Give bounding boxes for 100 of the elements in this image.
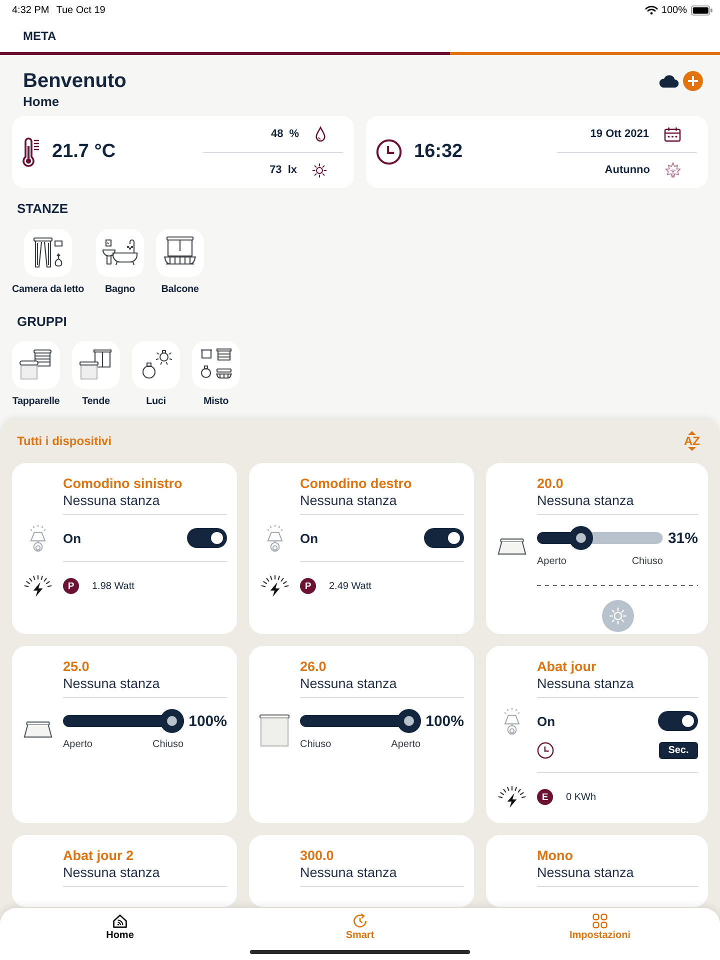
clock-icon bbox=[376, 139, 402, 165]
calendar-icon bbox=[664, 126, 681, 142]
thermometer-icon bbox=[22, 137, 40, 167]
season-value: Autunno bbox=[604, 164, 650, 176]
grid-icon bbox=[592, 913, 608, 929]
slider-label: Aperto bbox=[537, 556, 566, 568]
status-date: Tue Oct 19 bbox=[56, 4, 106, 16]
device-name: Comodino destro bbox=[300, 476, 413, 492]
slider-thumb[interactable] bbox=[396, 709, 421, 733]
device-card[interactable]: Comodino destro Nessuna stanza On P 2.49 Watt bbox=[249, 463, 474, 634]
device-card[interactable]: 25.0 Nessuna stanza 100% Aperto Chiuso bbox=[12, 646, 237, 823]
slider-label: Aperto bbox=[391, 739, 421, 751]
humidity-value: 48 bbox=[270, 128, 284, 140]
light-value: 73 bbox=[270, 164, 282, 176]
slider-reading: 31% bbox=[668, 530, 698, 546]
awning-icon bbox=[22, 720, 52, 740]
date-value: 19 Ott 2021 bbox=[590, 128, 649, 140]
roller-blind-icon bbox=[259, 714, 290, 746]
battery-icon bbox=[691, 4, 713, 16]
shutters-icon bbox=[12, 341, 60, 389]
device-name: 25.0 bbox=[63, 659, 90, 675]
section-title: GRUPPI bbox=[16, 314, 68, 330]
unit-label: lx bbox=[288, 164, 297, 176]
clock-arrow-icon bbox=[352, 913, 368, 929]
group-button[interactable]: Luci bbox=[132, 341, 180, 409]
awning-icon bbox=[496, 538, 526, 556]
state-label: On bbox=[300, 530, 318, 546]
caret-down-icon bbox=[688, 447, 696, 451]
device-card[interactable]: 20.0 Nessuna stanza 31% Aperto Chiuso bbox=[486, 463, 708, 634]
slider-label: Aperto bbox=[63, 739, 92, 751]
device-room: Nessuna stanza bbox=[537, 492, 635, 510]
device-card[interactable]: 26.0 Nessuna stanza 100% Chiuso Aperto bbox=[249, 646, 474, 823]
meter-badge: P bbox=[300, 578, 316, 594]
timer-clock-icon bbox=[537, 742, 554, 758]
room-button[interactable]: Bagno bbox=[96, 229, 144, 297]
toggle-switch[interactable] bbox=[658, 711, 698, 731]
page-subtitle: Home bbox=[23, 93, 60, 110]
home-icon bbox=[112, 913, 128, 929]
status-time: 4:32 PM bbox=[12, 4, 50, 16]
cloud-icon[interactable] bbox=[658, 74, 679, 88]
device-name: Mono bbox=[537, 848, 574, 864]
room-button[interactable]: Camera da letto bbox=[12, 229, 84, 297]
group-button[interactable]: Tapparelle bbox=[12, 341, 60, 409]
device-card[interactable]: 300.0 Nessuna stanza bbox=[249, 835, 474, 907]
temperature-value: 21.7 °C bbox=[52, 141, 116, 163]
page-title: Benvenuto bbox=[23, 69, 126, 93]
device-name: 300.0 bbox=[300, 848, 335, 864]
toggle-switch[interactable] bbox=[187, 528, 227, 548]
device-room: Nessuna stanza bbox=[63, 864, 161, 882]
meter-badge: E bbox=[537, 789, 553, 805]
slider-thumb[interactable] bbox=[568, 526, 593, 550]
device-room: Nessuna stanza bbox=[300, 675, 398, 693]
group-button[interactable]: Misto bbox=[192, 341, 240, 409]
device-name: 26.0 bbox=[300, 659, 328, 675]
device-name: Comodino sinistro bbox=[63, 476, 184, 492]
lamp-icon bbox=[264, 524, 284, 552]
device-room: Nessuna stanza bbox=[537, 864, 635, 882]
device-name: Abat jour bbox=[537, 659, 598, 675]
timer-button[interactable]: Sec. bbox=[659, 742, 698, 758]
tab[interactable]: Home bbox=[96, 908, 144, 946]
slider-reading: 100% bbox=[426, 712, 464, 730]
mixed-devices-icon bbox=[192, 341, 240, 389]
toggle-switch[interactable] bbox=[424, 528, 464, 548]
unit-label: % bbox=[289, 128, 299, 140]
device-room: Nessuna stanza bbox=[537, 675, 635, 693]
time-value: 16:32 bbox=[414, 141, 463, 163]
battery-percentage: 100% bbox=[661, 4, 687, 16]
device-room: Nessuna stanza bbox=[63, 675, 161, 693]
slider-thumb[interactable] bbox=[160, 709, 184, 733]
section-title: STANZE bbox=[16, 201, 70, 217]
room-button[interactable]: Balcone bbox=[156, 229, 204, 297]
wifi-icon bbox=[645, 5, 658, 15]
device-name: 20.0 bbox=[537, 476, 564, 492]
meter-reading: 0 KWh bbox=[566, 792, 596, 802]
meter-reading: 2.49 Watt bbox=[329, 580, 372, 592]
device-card[interactable]: Mono Nessuna stanza bbox=[486, 835, 708, 907]
power-meter-icon bbox=[496, 784, 526, 809]
device-room: Nessuna stanza bbox=[63, 492, 161, 510]
device-card[interactable]: Comodino sinistro Nessuna stanza On P 1.98 Watt bbox=[12, 463, 237, 634]
slider-reading: 100% bbox=[188, 712, 227, 730]
lamp-icon bbox=[28, 524, 48, 552]
device-room: Nessuna stanza bbox=[300, 864, 398, 882]
slider-label: Chiuso bbox=[300, 739, 332, 751]
leaf-icon bbox=[665, 162, 681, 178]
lamp-icon bbox=[502, 707, 522, 735]
device-card[interactable]: Abat jour Nessuna stanza On Sec. E 0 KWh bbox=[486, 646, 708, 823]
drop-icon bbox=[314, 126, 327, 142]
curtains-icon bbox=[72, 341, 120, 389]
section-title: Tutti i dispositivi bbox=[16, 434, 112, 448]
group-button[interactable]: Tende bbox=[72, 341, 120, 409]
meter-badge: P bbox=[63, 578, 79, 594]
device-card[interactable]: Abat jour 2 Nessuna stanza bbox=[12, 835, 237, 907]
slider-label: Chiuso bbox=[632, 556, 663, 568]
bedroom-icon bbox=[24, 229, 72, 277]
bathroom-icon bbox=[96, 229, 144, 277]
balcony-icon bbox=[156, 229, 204, 277]
light-bulbs-icon bbox=[132, 341, 180, 389]
app-title: META bbox=[23, 29, 56, 43]
sun-icon bbox=[312, 162, 327, 178]
power-meter-icon bbox=[260, 573, 290, 598]
